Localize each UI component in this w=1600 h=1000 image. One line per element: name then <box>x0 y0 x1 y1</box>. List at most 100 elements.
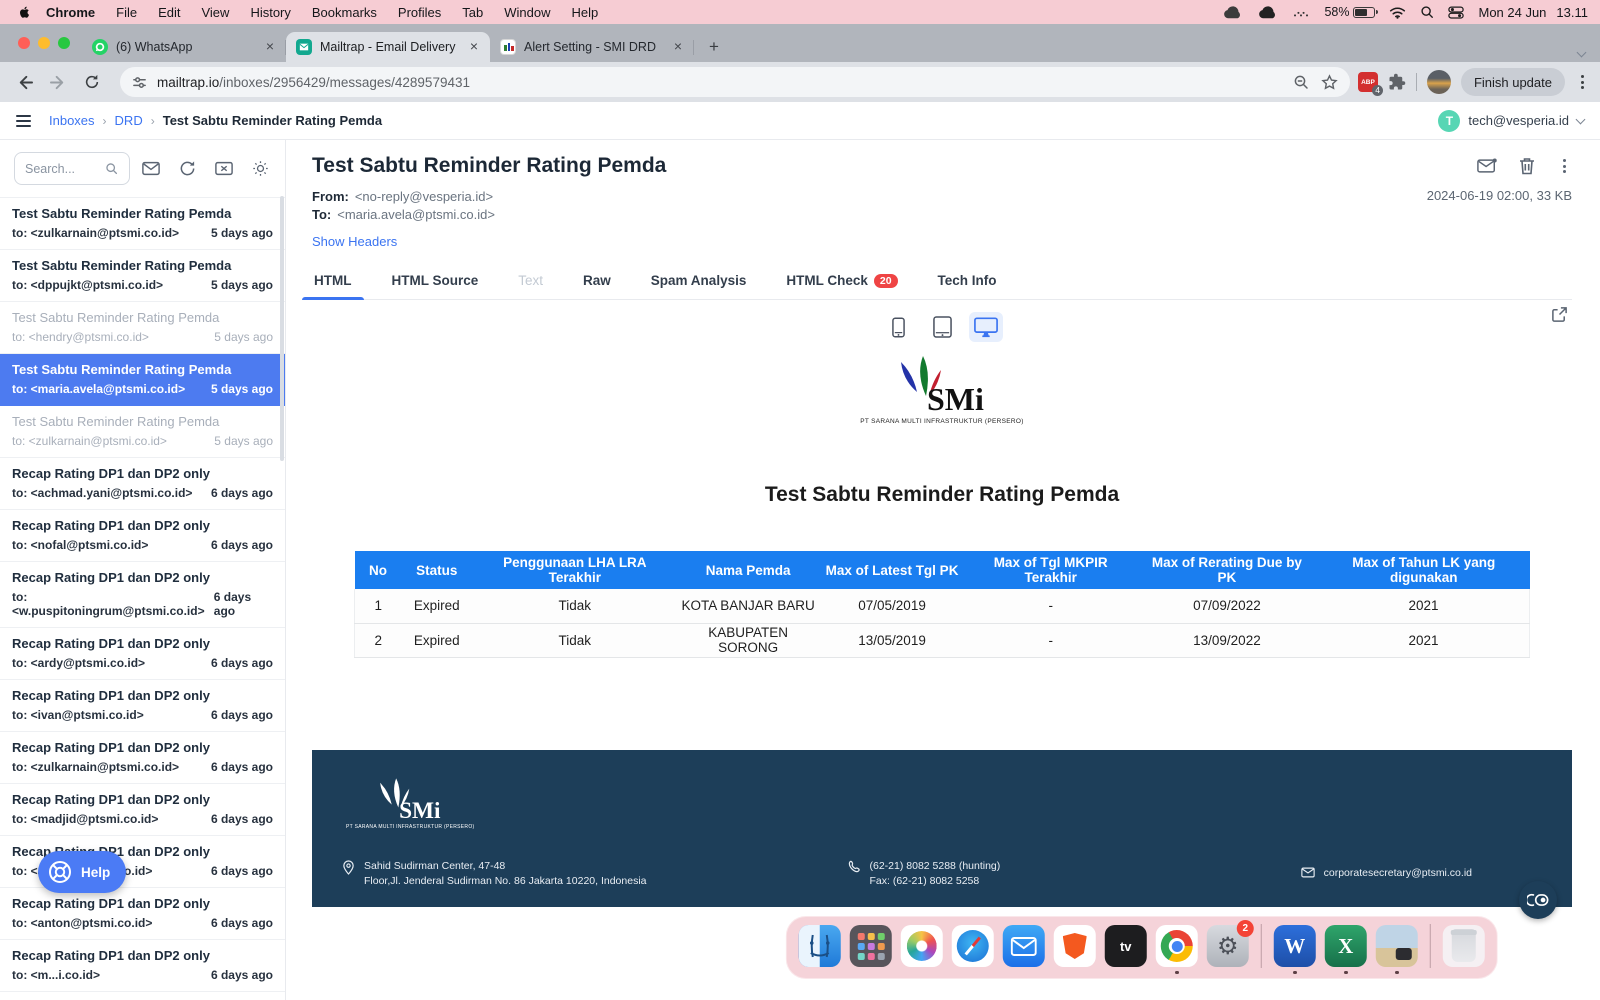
email-list-item[interactable]: Test Sabtu Reminder Rating Pemdato: <hen… <box>0 302 285 354</box>
cloud-sync-icon[interactable] <box>1256 6 1278 19</box>
dots-status-icon[interactable] <box>1292 6 1310 18</box>
email-list-item-selected[interactable]: Test Sabtu Reminder Rating Pemdato: <mar… <box>0 354 285 406</box>
close-window-button[interactable] <box>18 37 30 49</box>
consent-toggle-button[interactable] <box>1519 881 1557 919</box>
apple-logo-icon[interactable] <box>18 4 32 20</box>
open-external-icon[interactable] <box>1551 306 1568 323</box>
help-label: Help <box>81 865 110 880</box>
dock-chrome-icon[interactable] <box>1156 925 1198 967</box>
breadcrumb-drd[interactable]: DRD <box>115 113 143 128</box>
email-list-item[interactable]: Recap Rating DP1 dan DP2 onlyto: <zulkar… <box>0 732 285 784</box>
email-list-item[interactable]: Recap Rating DP1 dan DP2 onlyto: <achmad… <box>0 458 285 510</box>
forward-button[interactable] <box>44 68 72 96</box>
breadcrumb-inboxes[interactable]: Inboxes <box>49 113 95 128</box>
url-text[interactable]: mailtrap.io/inboxes/2956429/messages/428… <box>157 75 1293 90</box>
menu-tab[interactable]: Tab <box>462 5 483 20</box>
battery-indicator[interactable]: 58% <box>1324 5 1375 19</box>
wifi-icon[interactable] <box>1389 6 1406 19</box>
cloud-status-icon[interactable] <box>1222 6 1242 19</box>
email-list-item[interactable]: Test Sabtu Reminder Rating Pemdato: <zul… <box>0 406 285 458</box>
menu-bookmarks[interactable]: Bookmarks <box>312 5 377 20</box>
zoom-out-icon[interactable] <box>1293 74 1309 90</box>
menu-edit[interactable]: Edit <box>158 5 180 20</box>
reload-button[interactable] <box>78 68 106 96</box>
email-list-item[interactable]: Recap Rating DP1 dan DP2 onlyto: <ivan@p… <box>0 680 285 732</box>
desktop-preview-icon[interactable] <box>969 312 1003 342</box>
tablet-preview-icon[interactable] <box>925 312 959 342</box>
close-tab-icon[interactable]: × <box>262 39 278 55</box>
email-list-item[interactable]: Recap Rating DP1 dan DP2 onlyto: <ardy@p… <box>0 628 285 680</box>
delete-email-icon[interactable] <box>1519 157 1535 175</box>
hamburger-menu-icon[interactable] <box>16 115 31 127</box>
menu-profiles[interactable]: Profiles <box>398 5 441 20</box>
email-list-item[interactable]: Recap Rating DP1 dan DP2 onlyto: <nofal@… <box>0 510 285 562</box>
search-box[interactable] <box>14 152 130 185</box>
close-tab-icon[interactable]: × <box>670 39 686 55</box>
footer-email: corporatesecretary@ptsmi.co.id <box>1301 866 1472 881</box>
tab-html-check[interactable]: HTML Check20 <box>784 265 899 299</box>
chrome-menu-icon[interactable] <box>1575 73 1590 91</box>
help-button[interactable]: Help <box>38 851 126 893</box>
settings-gear-icon[interactable] <box>246 154 275 184</box>
dock-brave-icon[interactable] <box>1054 925 1096 967</box>
fullscreen-window-button[interactable] <box>58 37 70 49</box>
email-list-item[interactable]: Test Sabtu Reminder Rating Pemdato: <zul… <box>0 198 285 250</box>
dock-excel-icon[interactable]: X <box>1325 925 1367 967</box>
clear-inbox-icon[interactable] <box>209 154 238 184</box>
dock-photos-icon[interactable] <box>901 925 943 967</box>
menubar-clock[interactable]: Mon 24 Jun 13.11 <box>1478 5 1588 20</box>
email-list-item[interactable]: Recap Rating DP1 dan DP2 only <box>0 992 285 1000</box>
dock-settings-icon[interactable]: ⚙2 <box>1207 925 1249 967</box>
search-input[interactable] <box>25 162 105 176</box>
dock-safari-icon[interactable] <box>952 925 994 967</box>
menu-window[interactable]: Window <box>504 5 550 20</box>
show-headers-link[interactable]: Show Headers <box>312 234 397 249</box>
tab-search-chevron-icon[interactable] <box>1570 52 1592 56</box>
tab-raw[interactable]: Raw <box>581 265 613 299</box>
finish-update-button[interactable]: Finish update <box>1461 68 1565 96</box>
mark-read-icon[interactable] <box>137 154 166 184</box>
tab-tech-info[interactable]: Tech Info <box>936 265 999 299</box>
email-list-item[interactable]: Recap Rating DP1 dan DP2 onlyto: <madjid… <box>0 784 285 836</box>
control-center-icon[interactable] <box>1448 6 1464 19</box>
bookmark-star-icon[interactable] <box>1321 74 1338 91</box>
back-button[interactable] <box>10 68 38 96</box>
message-more-icon[interactable] <box>1557 157 1572 175</box>
account-menu[interactable]: T tech@vesperia.id <box>1438 110 1584 132</box>
tab-alert-setting[interactable]: Alert Setting - SMI DRD × <box>490 32 694 62</box>
dock-trash-icon[interactable] <box>1443 925 1485 967</box>
extensions-puzzle-icon[interactable] <box>1388 73 1406 91</box>
adblock-extension-icon[interactable]: ABP4 <box>1358 72 1378 92</box>
email-list-item[interactable]: Recap Rating DP1 dan DP2 onlyto: <m...i.… <box>0 940 285 992</box>
minimize-window-button[interactable] <box>38 37 50 49</box>
dock-mail-icon[interactable] <box>1003 925 1045 967</box>
dock-appletv-icon[interactable]: tv <box>1105 925 1147 967</box>
mobile-preview-icon[interactable] <box>881 312 915 342</box>
address-bar[interactable]: mailtrap.io/inboxes/2956429/messages/428… <box>120 67 1350 97</box>
menu-help[interactable]: Help <box>572 5 599 20</box>
profile-avatar[interactable] <box>1427 70 1451 94</box>
tab-spam-analysis[interactable]: Spam Analysis <box>649 265 749 299</box>
menu-chrome[interactable]: Chrome <box>46 5 95 20</box>
tab-html[interactable]: HTML <box>312 265 354 299</box>
tab-html-source[interactable]: HTML Source <box>390 265 481 299</box>
tab-mailtrap[interactable]: Mailtrap - Email Delivery Platf × <box>286 32 490 62</box>
dock-screenshot-icon[interactable] <box>1376 925 1418 967</box>
tab-whatsapp[interactable]: (6) WhatsApp × <box>82 32 286 62</box>
menu-view[interactable]: View <box>201 5 229 20</box>
close-tab-icon[interactable]: × <box>466 39 482 55</box>
email-list-item[interactable]: Recap Rating DP1 dan DP2 onlyto: <w.pusp… <box>0 562 285 628</box>
sidebar-scrollbar[interactable] <box>280 196 284 461</box>
dock-word-icon[interactable]: W <box>1274 925 1316 967</box>
spotlight-icon[interactable] <box>1420 5 1434 19</box>
forward-email-icon[interactable] <box>1477 158 1497 174</box>
dock-launchpad-icon[interactable] <box>850 925 892 967</box>
dock-finder-icon[interactable] <box>799 925 841 967</box>
email-list-item[interactable]: Recap Rating DP1 dan DP2 onlyto: <anton@… <box>0 888 285 940</box>
menu-history[interactable]: History <box>250 5 290 20</box>
refresh-icon[interactable] <box>173 154 202 184</box>
site-settings-icon[interactable] <box>132 75 147 90</box>
new-tab-button[interactable]: + <box>700 33 728 61</box>
email-list-item[interactable]: Test Sabtu Reminder Rating Pemdato: <dpp… <box>0 250 285 302</box>
menu-file[interactable]: File <box>116 5 137 20</box>
